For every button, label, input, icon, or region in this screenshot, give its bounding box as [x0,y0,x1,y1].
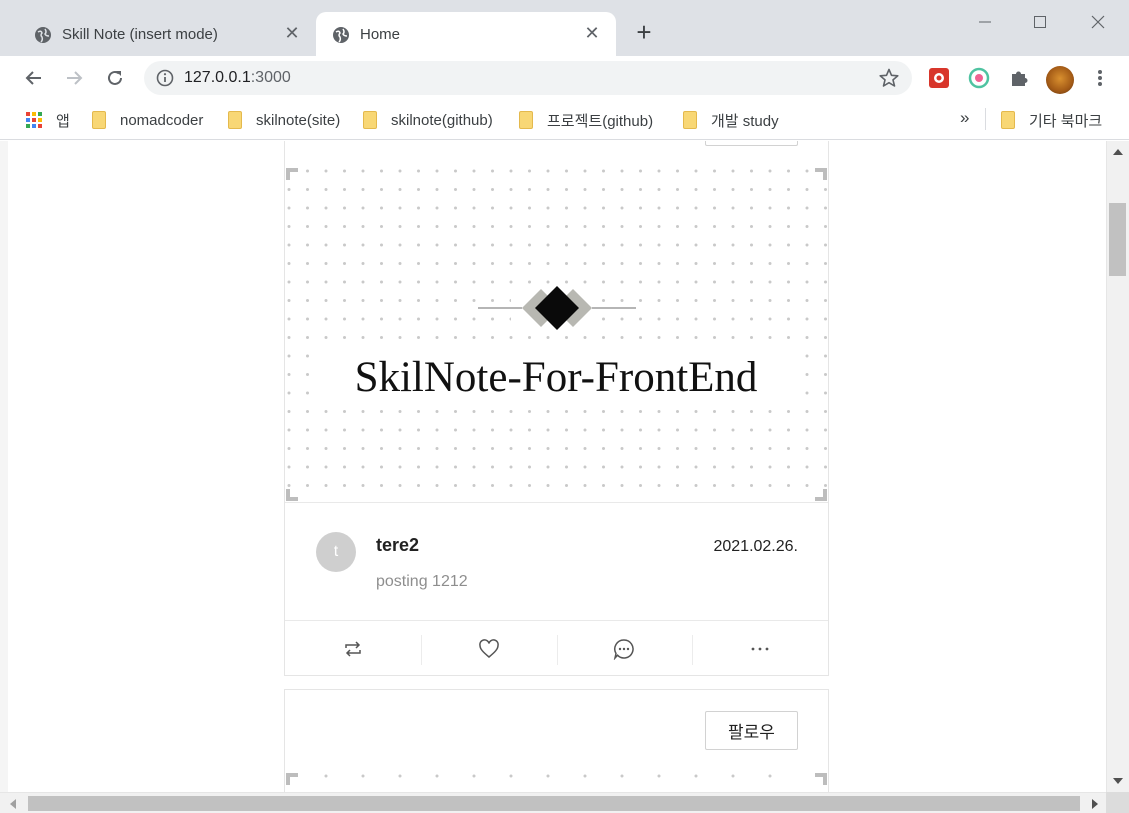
window-close-button[interactable] [1078,8,1118,36]
bookmark-label: skilnote(github) [391,111,493,129]
post-card: 팔로우 [284,689,829,792]
post-username[interactable]: tere2 [376,535,419,556]
star-icon[interactable] [878,67,900,89]
follow-button[interactable] [705,141,798,146]
bookmarks-divider [985,108,986,130]
reload-icon [108,70,122,85]
bookmarks-overflow-button[interactable]: » [960,108,969,128]
bookmark-label: 기타 북마크 [1029,112,1103,130]
bookmark-item[interactable]: 개발 study [683,110,779,130]
url-port: :3000 [250,69,291,86]
bookmark-apps[interactable]: 앱 [26,110,70,130]
folder-icon [519,111,533,129]
post-meta: t tere2 2021.02.26. posting 1212 [285,502,828,620]
folder-icon [363,111,377,129]
bookmark-item[interactable]: skilnote(site) [228,110,340,130]
puzzle-icon[interactable] [1008,67,1030,89]
close-icon[interactable]: ✕ [582,23,602,43]
post-card: SkilNote-For-FrontEnd t tere2 2021.02.26… [284,141,829,676]
url-text[interactable]: 127.0.0.1:3000 [184,69,291,87]
more-button[interactable] [692,621,828,676]
info-icon[interactable] [156,69,174,87]
window-frame [0,141,8,813]
globe-icon [35,27,51,43]
folder-icon [92,111,106,129]
tab-title: Skill Note (insert mode) [62,25,218,43]
avatar[interactable]: t [316,532,356,572]
like-button[interactable] [420,621,557,676]
apps-icon [26,112,42,128]
scrollbar-corner [1106,792,1129,813]
post-date: 2021.02.26. [713,538,798,555]
horizontal-scrollbar[interactable] [0,792,1106,813]
scroll-left-arrow[interactable] [10,799,16,809]
reload-button[interactable] [101,64,129,92]
minimize-button[interactable] [965,8,1005,36]
url-host: 127.0.0.1 [184,69,251,86]
maximize-icon [1034,16,1046,28]
forward-icon [67,71,83,85]
browser-window: Skill Note (insert mode) ✕ Home ✕ + 127.… [0,0,1129,813]
banner-title: SkilNote-For-FrontEnd [355,354,758,401]
vertical-scrollbar[interactable] [1106,141,1129,792]
more-icon [751,647,769,650]
close-icon [1091,15,1105,29]
folder-icon [228,111,242,129]
post-text: posting 1212 [376,573,468,590]
extension-icon[interactable] [968,67,990,89]
minimize-icon [979,21,991,23]
close-icon[interactable]: ✕ [282,23,302,43]
page-viewport: SkilNote-For-FrontEnd t tere2 2021.02.26… [8,141,1106,792]
profile-avatar[interactable] [1046,66,1074,94]
bookmark-other[interactable]: 기타 북마크 [1001,110,1102,130]
post-banner-image [286,773,827,785]
back-icon [25,71,41,85]
scrollbar-thumb[interactable] [1109,203,1126,276]
scroll-right-arrow[interactable] [1092,799,1098,809]
browser-toolbar: 127.0.0.1:3000 [0,56,1129,100]
forward-button[interactable] [60,64,88,92]
back-button[interactable] [20,64,48,92]
bookmark-item[interactable]: skilnote(github) [363,110,493,130]
heart-icon [478,638,499,658]
bookmark-label: nomadcoder [120,111,204,129]
bookmark-label: 앱 [56,112,70,130]
comment-button[interactable] [556,621,693,676]
post-actions [285,620,828,676]
menu-button[interactable] [1090,67,1110,89]
scroll-up-arrow[interactable] [1113,149,1123,155]
bookmark-item[interactable]: 프로젝트(github) [519,110,653,130]
repost-button[interactable] [285,621,421,676]
repost-icon [345,640,361,657]
maximize-button[interactable] [1020,8,1060,36]
comment-icon [614,638,635,660]
folder-icon [683,111,697,129]
scrollbar-thumb[interactable] [28,796,1080,811]
follow-button[interactable]: 팔로우 [705,711,798,750]
tab-home[interactable]: Home ✕ [316,12,616,56]
tab-title: Home [360,25,401,43]
bookmark-label: 개발 study [711,112,779,130]
plus-icon[interactable]: + [632,19,656,45]
scroll-down-arrow[interactable] [1113,778,1123,784]
tab-skill-note[interactable]: Skill Note (insert mode) ✕ [18,12,316,56]
extension-icon[interactable] [928,67,950,89]
bookmark-label: skilnote(site) [256,111,341,129]
bookmark-item[interactable]: nomadcoder [92,110,203,130]
globe-icon [333,27,349,43]
bookmark-label: 프로젝트(github) [547,112,654,130]
post-banner-image: SkilNote-For-FrontEnd [286,168,827,501]
tab-strip: Skill Note (insert mode) ✕ Home ✕ + [0,0,1129,56]
folder-icon [1001,111,1015,129]
address-bar[interactable]: 127.0.0.1:3000 [144,61,912,95]
